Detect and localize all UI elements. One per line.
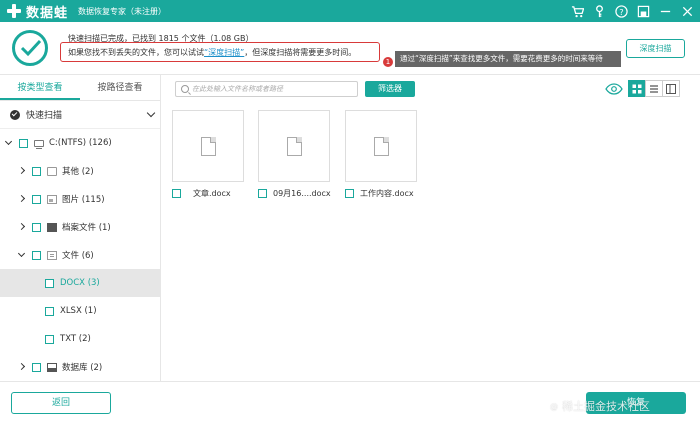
filter-button[interactable]: 筛选器 [365, 81, 415, 97]
tree-item-other[interactable]: 其他 (2) [0, 157, 160, 185]
tree-item-c-drive[interactable]: C:(NTFS) (126) [0, 129, 160, 157]
tree-label: XLSX (1) [60, 306, 97, 316]
archive-icon [47, 222, 57, 232]
document-file-icon [200, 136, 216, 156]
detail-view-icon[interactable] [662, 80, 680, 97]
image-icon [47, 194, 57, 204]
file-checkbox[interactable] [172, 189, 181, 198]
hint-text-before: 如果您找不到丢失的文件，您可以试试 [68, 48, 204, 57]
minimize-icon[interactable] [659, 5, 672, 18]
tree-item-images[interactable]: 图片 (115) [0, 185, 160, 213]
app-title: 数据恢复专家（未注册） [78, 6, 167, 16]
tree-checkbox[interactable] [19, 138, 28, 148]
cart-icon[interactable] [571, 5, 584, 18]
expand-arrow-icon[interactable] [18, 223, 26, 231]
deep-scan-hint: 如果您找不到丢失的文件，您可以试试“深度扫描”，但深度扫描将需要更多时间。 [60, 42, 380, 62]
app-logo: 数据蛙 [6, 2, 68, 21]
file-name: 工作内容.docx [360, 189, 414, 198]
footer-divider [0, 381, 700, 382]
tree-item-archives[interactable]: 档案文件 (1) [0, 213, 160, 241]
svg-text:?: ? [619, 6, 623, 16]
expand-arrow-icon[interactable] [18, 195, 26, 203]
tree-checkbox[interactable] [32, 222, 41, 232]
tree-label: 图片 (115) [62, 195, 105, 205]
grid-view-icon[interactable] [628, 80, 646, 97]
tree-item-txt[interactable]: TXT (2) [0, 325, 160, 353]
title-bar: 数据蛙 数据恢复专家（未注册） ? [0, 0, 700, 22]
watermark-text: 稀土掘金技术社区 [562, 400, 650, 413]
scan-mode-dropdown[interactable]: 快速扫描 [0, 101, 160, 129]
tree-label: 文件 (6) [62, 251, 94, 261]
deep-scan-button[interactable]: 深度扫描 [626, 39, 685, 58]
annotation-badge: 1 [383, 57, 393, 67]
tree-checkbox[interactable] [32, 362, 41, 372]
tree-checkbox[interactable] [45, 278, 54, 288]
key-icon[interactable] [593, 4, 606, 18]
tree-label: 数据库 (2) [62, 363, 103, 373]
list-view-icon[interactable] [645, 80, 663, 97]
file-card[interactable]: 工作内容.docx [345, 110, 417, 199]
file-card[interactable]: 09月16....docx [258, 110, 331, 199]
document-file-icon [373, 136, 389, 156]
file-name: 09月16....docx [273, 189, 331, 198]
document-file-icon [286, 136, 302, 156]
expand-arrow-icon[interactable] [18, 167, 26, 175]
deep-scan-tooltip: 通过“深度扫描”来查找更多文件，需要花费更多的时间来等待 [395, 51, 621, 67]
tree-checkbox[interactable] [32, 166, 41, 176]
collapse-arrow-icon[interactable] [18, 251, 26, 259]
sidebar: 按类型查看 按路径查看 快速扫描 C:(NTFS) (126) 其他 (2) 图… [0, 75, 161, 381]
help-icon[interactable]: ? [615, 4, 628, 18]
tree-checkbox[interactable] [32, 194, 41, 204]
file-thumbnail[interactable] [172, 110, 244, 182]
drive-icon [34, 139, 44, 149]
tree-checkbox[interactable] [45, 306, 54, 316]
logo-cross-icon [6, 3, 22, 19]
file-type-tree: C:(NTFS) (126) 其他 (2) 图片 (115) 档案文件 (1) … [0, 129, 160, 381]
file-checkbox[interactable] [258, 189, 267, 198]
brand-name: 数据蛙 [26, 5, 69, 21]
file-checkbox[interactable] [345, 189, 354, 198]
file-card[interactable]: 文章.docx [172, 110, 244, 199]
tree-checkbox[interactable] [32, 250, 41, 260]
file-thumbnail[interactable] [345, 110, 417, 182]
window-controls: ? [571, 0, 694, 22]
search-icon [181, 85, 189, 93]
search-input[interactable] [192, 85, 342, 93]
tree-item-database[interactable]: 数据库 (2) [0, 353, 160, 381]
save-icon[interactable] [637, 5, 650, 18]
back-button[interactable]: 返回 [11, 392, 111, 414]
chevron-down-icon[interactable] [146, 108, 156, 118]
scan-mode-label: 快速扫描 [26, 111, 63, 121]
watermark: @ 稀土掘金技术社区 [548, 398, 650, 414]
file-name: 文章.docx [193, 189, 231, 198]
view-tabs: 按类型查看 按路径查看 [0, 75, 160, 101]
scan-status-area: 快速扫描已完成，已找到 1815 个文件（1.08 GB） 如果您找不到丢失的文… [0, 22, 700, 74]
tab-by-type[interactable]: 按类型查看 [0, 75, 80, 100]
checked-circle-icon [10, 109, 20, 120]
hint-text-after: ，但深度扫描将需要更多时间。 [244, 48, 357, 57]
tree-item-docx[interactable]: DOCX (3) [0, 269, 160, 297]
tab-by-path[interactable]: 按路径查看 [80, 75, 160, 100]
tree-label: DOCX (3) [60, 278, 100, 288]
deep-scan-link[interactable]: “深度扫描” [204, 48, 244, 57]
tree-label: 档案文件 (1) [62, 223, 111, 233]
scan-complete-icon [12, 30, 48, 66]
tree-item-documents[interactable]: 文件 (6) [0, 241, 160, 269]
tree-label: TXT (2) [60, 334, 91, 344]
close-icon[interactable] [681, 5, 694, 18]
tree-label: C:(NTFS) (126) [49, 138, 112, 148]
tree-checkbox[interactable] [45, 334, 54, 344]
tree-label: 其他 (2) [62, 167, 94, 177]
at-icon: @ [548, 401, 560, 413]
collapse-arrow-icon[interactable] [5, 139, 13, 147]
document-icon [47, 250, 57, 260]
eye-icon[interactable] [605, 83, 623, 98]
search-box [175, 81, 358, 97]
database-icon [47, 362, 57, 372]
expand-arrow-icon[interactable] [18, 363, 26, 371]
tree-item-xlsx[interactable]: XLSX (1) [0, 297, 160, 325]
folder-icon [47, 166, 57, 176]
file-thumbnail[interactable] [258, 110, 330, 182]
view-mode-toggle [628, 80, 680, 97]
